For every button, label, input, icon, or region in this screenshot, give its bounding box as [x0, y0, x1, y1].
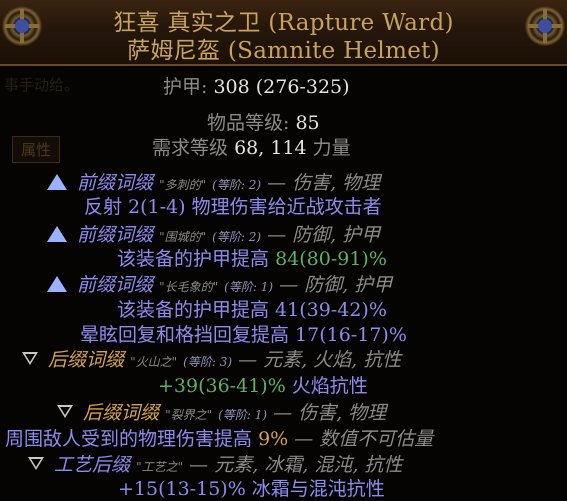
mod-name: "长毛象的" [159, 280, 219, 294]
mod-name: "多刺的" [159, 178, 207, 192]
background-attributes-tab[interactable]: 属性 [12, 136, 61, 163]
mod-type-label: 后缀词缀 [48, 349, 125, 371]
mod-name: "裂界之" [165, 408, 213, 422]
requirement-line: 需求等级 68, 114 力量 [152, 137, 351, 159]
background-hint-text: 事手动给。 [4, 76, 80, 94]
mod-value-range: 9% [258, 428, 289, 450]
item-level-value: 85 [295, 112, 320, 134]
mod-line: 晕眩回复和格挡回复提高 17(16-17)% [80, 324, 407, 346]
mod-header-prefix-3: 前缀词缀 "长毛象的" (等阶: 1) — 防御, 护甲 [47, 274, 392, 298]
item-level-label: 物品等级: [207, 112, 290, 134]
mod-tier: (等阶: 1) [224, 280, 274, 294]
mod-header-prefix-1: 前缀词缀 "多刺的" (等阶: 2) — 伤害, 物理 [47, 172, 380, 196]
mod-line: +39(36-41)% 火焰抗性 [158, 375, 368, 397]
crafted-triangle-icon [28, 457, 44, 470]
mod-name: "火山之" [130, 355, 178, 369]
mod-type-label: 后缀词缀 [83, 402, 160, 424]
mod-header-crafted: 工艺后缀 "工艺之" — 元素, 冰霜, 混沌, 抗性 [28, 454, 402, 478]
mod-value-range: 84(80-91)% [275, 248, 387, 270]
mod-tags: — 元素, 火焰, 抗性 [238, 349, 402, 371]
item-tooltip: 事手动给。 属性 狂喜 真实之卫 (Rapture Ward) 萨姆尼盔 (Sa… [0, 0, 567, 501]
mod-header-suffix-2: 后缀词缀 "裂界之" (等阶: 1) — 伤害, 物理 [57, 402, 386, 426]
requirement-level-value: 68, [234, 137, 265, 159]
armour-label: 护甲: [163, 76, 208, 98]
mod-value-range: +39(36-41)% [158, 375, 286, 397]
mod-type-label: 工艺后缀 [54, 454, 131, 476]
item-base-type: 萨姆尼盔 (Samnite Helmet) [127, 38, 440, 64]
mod-tags: — 防御, 护甲 [279, 274, 393, 296]
requirement-label: 需求等级 [152, 137, 229, 159]
mod-type-label: 前缀词缀 [77, 172, 154, 194]
mod-tier: (等阶: 2) [212, 230, 262, 244]
mod-name: "工艺之" [136, 460, 184, 474]
mod-header-suffix-1: 后缀词缀 "火山之" (等阶: 3) — 元素, 火焰, 抗性 [22, 349, 401, 373]
strength-value: 114 [270, 137, 307, 159]
mod-line: 该装备的护甲提高 41(39-42)% [117, 299, 387, 321]
armour-value: 308 (276-325) [213, 76, 350, 98]
mod-name: "围城的" [159, 230, 207, 244]
prefix-triangle-icon [47, 276, 67, 292]
prefix-triangle-icon [47, 174, 67, 190]
mod-tags: — 伤害, 物理 [273, 402, 387, 424]
mod-line: 该装备的护甲提高 84(80-91)% [117, 248, 387, 270]
prefix-triangle-icon [47, 226, 67, 242]
item-level-property: 物品等级: 85 [207, 112, 320, 134]
mod-header-prefix-2: 前缀词缀 "围城的" (等阶: 2) — 防御, 护甲 [47, 224, 380, 248]
mod-tags: — 元素, 冰霜, 混沌, 抗性 [189, 454, 403, 476]
mod-line: +15(13-15)% 冰霜与混沌抗性 [118, 478, 385, 500]
suffix-triangle-icon [57, 405, 73, 418]
mod-tags: — 防御, 护甲 [267, 224, 381, 246]
strength-label: 力量 [312, 137, 351, 159]
mod-line: 反射 2(1-4) 物理伤害给近战攻击者 [84, 196, 382, 218]
mod-tier: (等阶: 3) [183, 355, 233, 369]
mod-tier: (等阶: 1) [218, 408, 268, 422]
mod-line: 周围敌人受到的物理伤害提高 9% — 数值不可估量 [5, 428, 434, 450]
mod-tags: — 伤害, 物理 [267, 172, 381, 194]
mod-tier: (等阶: 2) [212, 178, 262, 192]
mod-note: — 数值不可估量 [294, 428, 434, 450]
item-header: 狂喜 真实之卫 (Rapture Ward) 萨姆尼盔 (Samnite Hel… [0, 0, 567, 66]
mod-type-label: 前缀词缀 [77, 274, 154, 296]
mod-type-label: 前缀词缀 [77, 224, 154, 246]
suffix-triangle-icon [22, 352, 38, 365]
armour-property: 护甲: 308 (276-325) [163, 76, 350, 98]
